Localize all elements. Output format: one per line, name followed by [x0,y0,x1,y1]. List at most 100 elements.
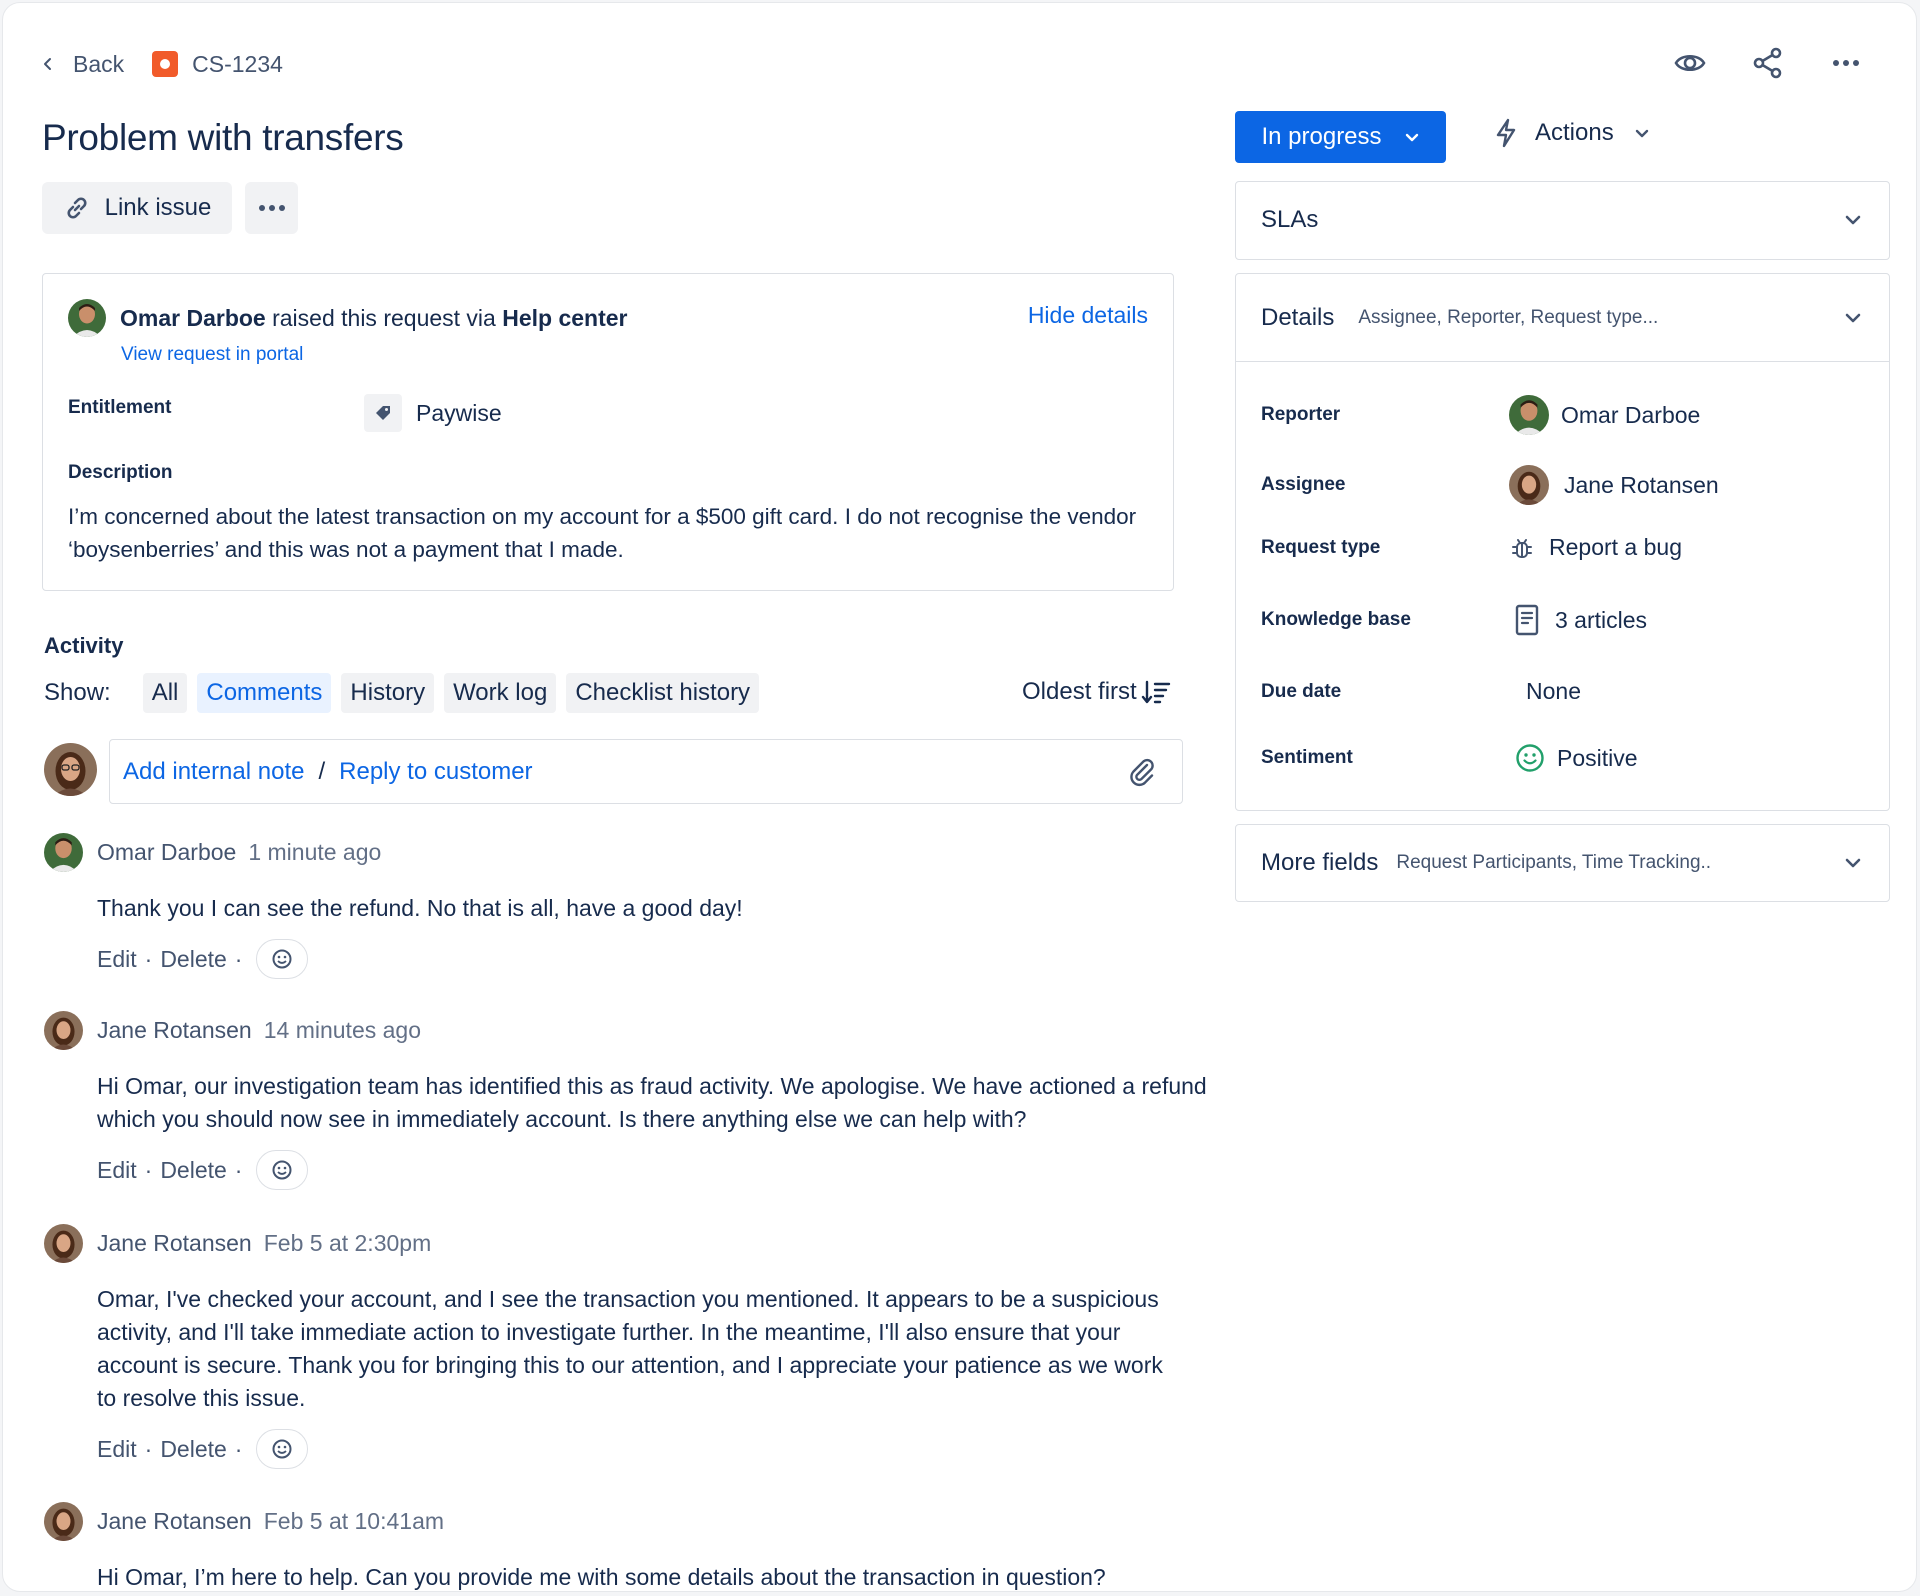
comment-time: 14 minutes ago [263,1017,422,1043]
slas-label: SLAs [1261,206,1319,233]
slas-panel[interactable]: SLAs [1235,181,1890,260]
watch-button[interactable] [1672,45,1708,81]
detail-label: Assignee [1261,474,1346,495]
separator-dot: · [144,1156,153,1183]
add-internal-note-link[interactable]: Add internal note [123,758,304,786]
page-title: Problem with transfers [42,117,404,158]
smile-icon [272,949,292,969]
filter-comments[interactable]: Comments [197,673,332,713]
status-label: In progress [1261,123,1382,150]
link-issue-label: Link issue [104,194,212,221]
chevron-down-icon [1635,129,1648,138]
comment-body: Hi Omar, I’m here to help. Can you provi… [97,1564,1106,1590]
detail-row-request-type: Request type Report a bug [1261,534,1682,561]
more-fields-summary: Request Participants, Time Tracking.. [1396,852,1712,873]
filter-work-log[interactable]: Work log [444,673,557,713]
reply-to-customer-link[interactable]: Reply to customer [339,758,532,786]
more-fields-panel[interactable]: More fields Request Participants, Time T… [1235,824,1890,902]
actions-dropdown[interactable]: Actions [1493,118,1650,148]
detail-label: Sentiment [1261,747,1353,768]
top-actions [1672,45,1864,81]
smile-icon [1516,744,1544,772]
avatar[interactable] [44,1502,83,1541]
detail-label: Request type [1261,536,1381,558]
request-type-value: Report a bug [1549,534,1682,560]
more-actions-button[interactable] [1828,45,1864,81]
issue-key-link[interactable]: CS-1234 [152,51,283,78]
comment-item: Omar Darboe 1 minute ago Thank you I can… [44,833,1227,979]
chevron-down-icon [1845,313,1861,322]
request-type-field[interactable]: Report a bug [1509,534,1682,561]
channel-name: Help center [502,304,628,331]
smile-icon [272,1439,292,1459]
entitlement-text: Paywise [416,399,502,426]
more-button[interactable] [245,182,298,234]
edit-comment-link[interactable]: Edit [97,1436,137,1463]
activity-filter-bar: Show: All Comments History Work log Chec… [44,673,760,713]
share-button[interactable] [1750,45,1786,81]
comment-body: Hi Omar, our investigation team has iden… [97,1073,1207,1132]
add-reaction-button[interactable] [256,1150,309,1190]
add-reaction-button[interactable] [256,939,309,979]
assignee-value: Jane Rotansen [1564,471,1719,498]
avatar[interactable] [44,1011,83,1050]
filter-all[interactable]: All [142,673,188,713]
more-icon [258,205,285,211]
sentiment-field[interactable]: Positive [1515,743,1638,773]
status-dropdown[interactable]: In progress [1235,111,1446,163]
comment-body: Omar, I've checked your account, and I s… [97,1286,1163,1411]
details-body: Reporter Omar Darboe Assignee Jane Rotan… [1236,361,1889,809]
sort-label: Oldest first [1022,678,1137,705]
avatar [44,743,97,796]
paperclip-icon[interactable] [1126,756,1158,788]
edit-comment-link[interactable]: Edit [97,1157,137,1184]
entitlement-label: Entitlement [68,397,172,418]
comment-author[interactable]: Jane Rotansen [97,1017,252,1044]
edit-comment-link[interactable]: Edit [97,946,137,973]
back-link[interactable]: Back [41,51,124,78]
chevron-left-icon [44,58,51,70]
request-details-card: Omar Darboe raised this request via Help… [42,273,1174,591]
hide-details-link[interactable]: Hide details [1028,302,1148,329]
link-issue-button[interactable]: Link issue [42,182,232,234]
comment-author[interactable]: Jane Rotansen [97,1508,252,1535]
details-summary: Assignee, Reporter, Request type... [1358,306,1659,328]
sort-order-button[interactable]: Oldest first [1022,678,1171,706]
lightning-icon [1496,118,1516,148]
comment-input[interactable]: Add internal note / Reply to customer [109,739,1183,804]
delete-comment-link[interactable]: Delete [160,1436,226,1463]
show-label: Show: [44,679,111,706]
sentiment-value: Positive [1557,744,1638,771]
delete-comment-link[interactable]: Delete [160,946,226,973]
avatar-jane-icon [1509,465,1549,505]
assignee-field[interactable]: Jane Rotansen [1509,465,1719,505]
delete-comment-link[interactable]: Delete [160,1157,226,1184]
avatar-omar-icon [68,299,106,337]
filter-checklist-history[interactable]: Checklist history [566,673,760,713]
entitlement-value[interactable]: Paywise [364,394,502,432]
detail-row-reporter: Reporter Omar Darboe [1261,395,1700,435]
reporter-field[interactable]: Omar Darboe [1509,395,1700,435]
tag-icon [364,394,402,432]
issue-view: Back CS-1234 Problem with transfers Link… [2,2,1917,1592]
avatar[interactable] [44,1224,83,1263]
avatar-jane-icon [44,1502,83,1541]
filter-history[interactable]: History [341,673,435,713]
reporter-value: Omar Darboe [1561,401,1701,428]
comment-author[interactable]: Omar Darboe [97,839,236,866]
avatar[interactable] [44,833,83,872]
link-icon [67,197,87,219]
breadcrumb: Back CS-1234 [41,47,283,81]
avatar[interactable] [68,299,106,337]
comment-time: 1 minute ago [248,839,382,865]
add-reaction-button[interactable] [256,1429,309,1469]
description-text: I’m concerned about the latest transacti… [68,504,1137,562]
comment-author[interactable]: Jane Rotansen [97,1230,252,1257]
details-header[interactable]: Details Assignee, Reporter, Request type… [1236,274,1889,361]
issue-key: CS-1234 [192,50,283,77]
knowledge-base-field[interactable]: 3 articles [1515,604,1647,636]
comment-item: Jane Rotansen Feb 5 at 2:30pm Omar, I've… [44,1224,1177,1469]
comment-body: Thank you I can see the refund. No that … [97,895,743,921]
due-date-value[interactable]: None [1526,678,1581,705]
view-portal-link[interactable]: View request in portal [121,344,303,366]
